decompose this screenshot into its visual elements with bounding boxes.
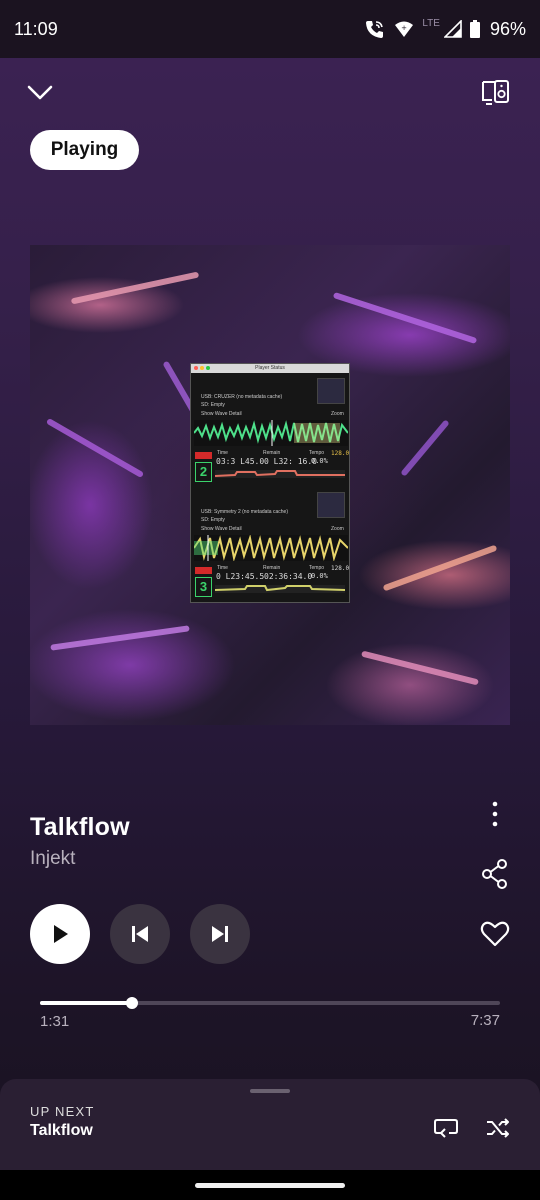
battery-level: 96% <box>489 18 526 39</box>
deck2-wave-label: Show Wave Detail <box>201 526 242 532</box>
up-next-title: Talkflow <box>30 1122 93 1139</box>
deck2-time: 0 L23:45.5 <box>216 572 265 581</box>
like-button[interactable] <box>479 918 511 950</box>
deck2-waveform <box>194 535 348 561</box>
deck1-remain: 0 L32: 16.0 <box>264 457 317 466</box>
deck2-overview <box>214 585 346 593</box>
time-elapsed: 1:31 <box>40 1013 70 1030</box>
track-title: Talkflow <box>30 813 130 841</box>
playing-chip-label: Playing <box>50 139 119 160</box>
cover-streak <box>361 650 479 686</box>
deck1-source: USB: CRUZER (no metadata cache) <box>201 394 283 400</box>
skip-previous-icon <box>132 926 148 942</box>
deck1-on-air <box>195 452 212 459</box>
cover-streak <box>45 417 145 479</box>
track-artist[interactable]: Injekt <box>30 848 75 870</box>
deck1-bpm: 128.0 <box>331 450 350 457</box>
deck1-player-number: 2 <box>195 462 212 482</box>
playing-chip[interactable]: Playing <box>30 130 139 170</box>
deck2-artwork <box>317 492 345 518</box>
deck1-tempo: 0.0% <box>311 457 328 465</box>
progress-fill <box>40 1001 132 1005</box>
chevron-down-icon <box>27 85 53 100</box>
home-indicator[interactable] <box>195 1183 345 1188</box>
svg-text:+: + <box>401 24 407 32</box>
cover-streak <box>382 544 498 592</box>
deck2-tempo-label: Tempo <box>309 565 325 571</box>
status-bar: 11:09 + LTE 96% <box>0 0 540 58</box>
wifi-icon: + <box>394 20 414 38</box>
cover-streak <box>50 625 190 651</box>
battery-icon <box>469 20 480 38</box>
deck2-remain: 02:36:34.0 <box>264 572 313 581</box>
cell-signal-icon <box>443 20 462 38</box>
share-button[interactable] <box>480 858 510 890</box>
deck1-remain-label: Remain <box>263 450 281 456</box>
wifi-calling-icon <box>364 19 386 39</box>
deck2-bpm: 128.0 <box>331 565 350 572</box>
window-title: Player Status <box>255 365 285 371</box>
deck1-zoom: Zoom <box>331 411 344 417</box>
progress-thumb[interactable] <box>125 997 138 1009</box>
deck2-player-number: 3 <box>195 577 212 597</box>
heart-icon <box>480 921 510 947</box>
shuffle-button[interactable] <box>484 1114 512 1142</box>
deck1-overview <box>214 470 345 478</box>
cover-streak <box>332 291 478 345</box>
connect-device-icon <box>482 80 509 105</box>
deck2-zoom: Zoom <box>331 526 344 532</box>
drag-handle[interactable] <box>250 1089 290 1093</box>
deck1-waveform <box>194 420 348 446</box>
connect-device-button[interactable] <box>480 76 514 110</box>
deck2-remain-label: Remain <box>263 565 281 571</box>
play-icon <box>54 925 68 943</box>
up-next-panel[interactable]: UP NEXT Talkflow <box>0 1079 540 1170</box>
more-options-button[interactable] <box>482 800 508 830</box>
album-cover: Player Status USB: CRUZER (no metadata c… <box>30 245 510 725</box>
queue-icon <box>434 1119 458 1138</box>
window-titlebar: Player Status <box>191 364 349 373</box>
deck2-tempo: 0.0% <box>311 572 328 580</box>
deck1-wave-label: Show Wave Detail <box>201 411 242 417</box>
shuffle-icon <box>487 1118 509 1138</box>
share-icon <box>482 859 507 889</box>
deck1-tempo-label: Tempo <box>309 450 325 456</box>
player-status-window: Player Status USB: CRUZER (no metadata c… <box>190 363 350 603</box>
status-time: 11:09 <box>14 18 58 39</box>
skip-previous-button[interactable] <box>110 904 170 964</box>
deck2-on-air <box>195 567 212 574</box>
navigation-bar <box>0 1170 540 1200</box>
player-header <box>0 74 540 114</box>
deck1-artwork <box>317 378 345 404</box>
skip-next-button[interactable] <box>190 904 250 964</box>
collapse-button[interactable] <box>22 78 58 108</box>
skip-next-icon <box>212 926 228 942</box>
deck1-time: 03:3 L45.0 <box>216 457 265 466</box>
network-type: LTE <box>422 17 440 29</box>
deck1-sd: SD: Empty <box>201 402 225 408</box>
progress-bar[interactable] <box>40 997 500 1009</box>
time-total: 7:37 <box>470 1012 500 1029</box>
status-icons: + LTE 96% <box>364 17 526 40</box>
deck1-time-label: Time <box>217 450 228 456</box>
cover-streak <box>70 271 200 305</box>
deck2-source: USB: Symmetry 2 (no metadata cache) <box>201 509 288 515</box>
queue-button[interactable] <box>432 1114 460 1142</box>
deck2-time-label: Time <box>217 565 228 571</box>
more-vertical-icon <box>492 801 498 827</box>
cover-streak <box>400 419 450 477</box>
up-next-label: UP NEXT <box>30 1104 95 1119</box>
deck2-sd: SD: Empty <box>201 517 225 523</box>
play-button[interactable] <box>30 904 90 964</box>
